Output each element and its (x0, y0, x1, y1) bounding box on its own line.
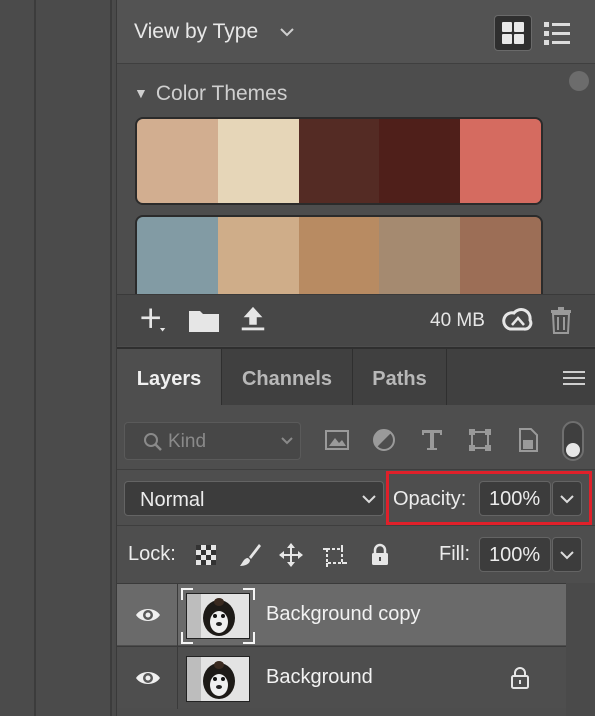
list-view-icon[interactable] (543, 18, 571, 48)
grid-view-icon (502, 22, 524, 44)
folder-icon[interactable] (187, 305, 221, 335)
opacity-label: Opacity: (393, 488, 467, 510)
library-view-row: View by Type (117, 0, 595, 64)
fill-label: Fill: (439, 543, 471, 565)
panel-menu-icon[interactable] (563, 369, 585, 387)
grid-view-button[interactable] (494, 15, 532, 51)
blend-mode-select[interactable]: Normal (124, 481, 384, 516)
color-swatch[interactable] (137, 119, 218, 203)
chevron-down-icon[interactable] (277, 22, 297, 42)
lock-image-pixels-brush-icon[interactable] (237, 542, 263, 568)
upload-icon[interactable] (238, 305, 268, 335)
libraries-layers-panel: View by Type ▼ Color Themes 40 MB Layers… (116, 0, 595, 716)
pixel-layer-filter-icon[interactable] (324, 427, 350, 453)
creative-cloud-icon[interactable] (500, 305, 534, 335)
color-swatch[interactable] (137, 217, 218, 301)
dog-photo-thumbnail (187, 657, 249, 701)
lock-artboard-nesting-icon[interactable] (322, 542, 348, 568)
shape-layer-filter-icon[interactable] (467, 427, 493, 453)
collapse-triangle-icon: ▼ (134, 85, 148, 101)
color-swatch[interactable] (460, 119, 541, 203)
toggle-knob (566, 443, 580, 457)
color-swatch[interactable] (217, 119, 299, 203)
opacity-value: 100% (489, 488, 541, 510)
layer-name[interactable]: Background copy (266, 603, 421, 626)
visibility-toggle[interactable] (117, 647, 178, 709)
opacity-dropdown-button[interactable] (552, 481, 582, 516)
layer-row-background-copy[interactable]: Background copy (117, 583, 566, 646)
filter-kind-label: Kind (168, 431, 207, 452)
visibility-toggle[interactable] (117, 584, 178, 646)
layer-filter-row: Kind (117, 405, 595, 469)
color-swatch[interactable] (217, 217, 299, 301)
smart-object-filter-icon[interactable] (515, 427, 541, 453)
trash-icon[interactable] (548, 305, 574, 335)
eye-icon (136, 609, 160, 621)
divider (34, 0, 36, 716)
blend-mode-value: Normal (140, 489, 205, 511)
library-size-label: 40 MB (430, 310, 485, 331)
divider (110, 0, 112, 716)
eye-icon (136, 672, 160, 684)
color-swatch[interactable] (298, 217, 380, 301)
layer-thumbnail (186, 656, 250, 702)
lock-transparent-pixels-icon[interactable] (193, 542, 219, 568)
color-theme-1[interactable] (135, 117, 543, 205)
filter-kind-select[interactable]: Kind (124, 422, 301, 460)
opacity-input[interactable]: 100% (479, 481, 551, 516)
color-swatch[interactable] (379, 217, 461, 301)
color-swatch[interactable] (298, 119, 380, 203)
color-themes-label: Color Themes (155, 82, 288, 105)
lock-position-move-icon[interactable] (278, 542, 304, 568)
tab-paths[interactable]: Paths (353, 349, 447, 407)
layers-tab-bar: Layers Channels Paths (117, 347, 595, 407)
adjustment-layer-filter-icon[interactable] (371, 427, 397, 453)
tab-channels[interactable]: Channels (222, 349, 353, 407)
view-by-type-dropdown[interactable]: View by Type (134, 20, 258, 44)
layer-thumbnail (186, 593, 250, 639)
layer-name[interactable]: Background (266, 666, 373, 689)
type-layer-filter-icon[interactable] (419, 427, 445, 453)
dog-photo-thumbnail (187, 594, 249, 638)
color-swatch[interactable] (460, 217, 541, 301)
fill-input[interactable]: 100% (479, 537, 551, 572)
chevron-down-icon (281, 437, 293, 445)
chevron-down-icon (560, 495, 574, 504)
filter-toggle[interactable] (562, 421, 584, 461)
fill-value: 100% (489, 544, 541, 566)
tab-layers[interactable]: Layers (117, 349, 222, 407)
canvas-edge (0, 0, 114, 716)
panel-gutter (566, 583, 595, 716)
color-swatch[interactable] (379, 119, 461, 203)
lock-all-icon[interactable] (367, 542, 393, 568)
blend-opacity-row: Normal Opacity: 100% (117, 469, 595, 525)
fill-dropdown-button[interactable] (552, 537, 582, 572)
scrollbar-thumb[interactable] (569, 71, 589, 91)
lock-label: Lock: (128, 543, 176, 565)
lock-icon[interactable] (510, 667, 530, 689)
add-icon[interactable] (137, 305, 167, 335)
chevron-down-icon (560, 551, 574, 560)
chevron-down-icon (362, 495, 376, 504)
color-themes-header[interactable]: ▼ Color Themes (134, 82, 287, 106)
color-theme-2[interactable] (135, 215, 543, 303)
lock-fill-row: Lock: Fill: 100% (117, 525, 595, 583)
library-toolbar: 40 MB (117, 294, 595, 346)
search-icon (144, 433, 162, 451)
layer-row-background[interactable]: Background (117, 646, 566, 709)
